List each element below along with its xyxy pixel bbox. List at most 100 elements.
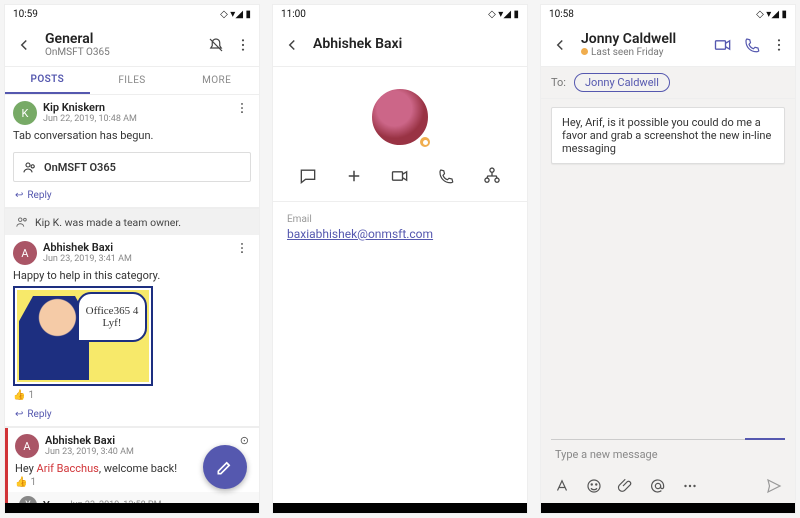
- notifications-toggle-button[interactable]: [207, 36, 225, 54]
- mention[interactable]: Arif Bacchus: [37, 462, 99, 475]
- status-time: 10:59: [13, 9, 38, 20]
- tab-files[interactable]: FILES: [90, 67, 175, 94]
- post-author: Kip Kniskern: [43, 102, 137, 115]
- phone-icon: [743, 36, 761, 54]
- chat-button[interactable]: [297, 165, 319, 187]
- mention-button[interactable]: [649, 477, 667, 495]
- paperclip-icon: [617, 477, 635, 495]
- post[interactable]: K Kip Kniskern Jun 22, 2019, 10:48 AM Ta…: [5, 95, 259, 148]
- thumbs-up-icon: 👍: [15, 477, 27, 488]
- profile-actions: [273, 157, 527, 201]
- channel-title-block[interactable]: General OnMSFT O365: [45, 31, 197, 59]
- more-vertical-icon: [235, 101, 249, 115]
- posts-feed[interactable]: K Kip Kniskern Jun 22, 2019, 10:48 AM Ta…: [5, 95, 259, 503]
- reply-icon: ↩: [15, 409, 23, 420]
- post-more-button[interactable]: ⊙: [240, 434, 249, 447]
- avatar[interactable]: Y: [19, 496, 37, 503]
- avatar[interactable]: A: [15, 434, 39, 458]
- post-more-button[interactable]: [235, 241, 249, 255]
- compose-more-button[interactable]: [681, 477, 699, 495]
- recipients-row: To: Jonny Caldwell: [541, 67, 795, 99]
- reply-row[interactable]: Y You Jun 23, 2019, 12:58 PM Thanks Abhi…: [5, 492, 259, 503]
- more-options-button[interactable]: [771, 37, 787, 53]
- phone-chat-compose: 10:58 ◇ ▾◢ ▮ Jonny Caldwell Last seen Fr…: [540, 4, 796, 514]
- audio-call-button[interactable]: [743, 36, 761, 54]
- add-contact-button[interactable]: [343, 165, 365, 187]
- attach-button[interactable]: [617, 477, 635, 495]
- back-button[interactable]: [549, 34, 571, 56]
- org-icon: [482, 166, 502, 186]
- reply-button[interactable]: ↩ Reply: [5, 405, 259, 426]
- video-call-button[interactable]: [389, 165, 411, 187]
- tab-posts[interactable]: POSTS: [5, 67, 90, 94]
- post-body: Happy to help in this category.: [13, 269, 251, 282]
- team-name: OnMSFT O365: [45, 47, 197, 59]
- react-count: 1: [28, 390, 34, 401]
- tab-more[interactable]: MORE: [174, 67, 259, 94]
- plus-icon: [345, 167, 363, 185]
- audio-call-button[interactable]: [435, 165, 457, 187]
- tab-conversation-card[interactable]: OnMSFT O365: [13, 152, 251, 182]
- avatar[interactable]: K: [13, 101, 37, 125]
- android-nav-bar: [5, 503, 259, 513]
- team-icon: [22, 159, 38, 175]
- thumbs-up-icon: 👍: [13, 390, 25, 401]
- sticker-image[interactable]: Office365 4 Lyf!: [13, 286, 153, 386]
- more-vertical-icon: [771, 37, 787, 53]
- reply-button[interactable]: ↩ Reply: [5, 186, 259, 207]
- send-button[interactable]: [765, 477, 783, 495]
- format-icon: [553, 477, 571, 495]
- profile-title: Abhishek Baxi: [313, 36, 519, 52]
- recipient-chip[interactable]: Jonny Caldwell: [574, 73, 670, 92]
- video-call-button[interactable]: [713, 35, 733, 55]
- profile-avatar[interactable]: [370, 87, 430, 147]
- back-button[interactable]: [13, 34, 35, 56]
- post[interactable]: A Abhishek Baxi Jun 23, 2019, 3:41 AM Ha…: [5, 235, 259, 405]
- reply-author: You: [43, 499, 62, 504]
- status-time: 11:00: [281, 9, 306, 20]
- status-icons: ◇ ▾◢ ▮: [220, 9, 251, 20]
- more-horizontal-icon: [681, 477, 699, 495]
- post-timestamp: Jun 23, 2019, 3:41 AM: [43, 254, 132, 264]
- card-label: OnMSFT O365: [44, 161, 116, 174]
- post-timestamp: Jun 23, 2019, 3:40 AM: [45, 447, 134, 457]
- org-chart-button[interactable]: [481, 165, 503, 187]
- reactions[interactable]: 👍 1: [13, 390, 251, 401]
- status-time: 10:58: [549, 9, 574, 20]
- quoted-message[interactable]: Hey, Arif, is it possible you could do m…: [551, 107, 785, 164]
- compose-input[interactable]: Type a new message: [555, 448, 658, 461]
- back-button[interactable]: [281, 34, 303, 56]
- email-link[interactable]: baxiabhishek@onmsft.com: [273, 227, 527, 241]
- video-icon: [390, 166, 410, 186]
- sticker-text: Office365 4 Lyf!: [77, 292, 147, 342]
- avatar[interactable]: A: [13, 241, 37, 265]
- post-author: Abhishek Baxi: [45, 435, 134, 448]
- channel-tabs: POSTS FILES MORE: [5, 67, 259, 95]
- status-bar: 11:00 ◇ ▾◢ ▮: [273, 5, 527, 23]
- chat-title-block[interactable]: Jonny Caldwell Last seen Friday: [581, 31, 703, 59]
- system-message: Kip K. was made a team owner.: [5, 209, 259, 235]
- owner-icon: [15, 215, 29, 229]
- post-body: Tab conversation has begun.: [13, 129, 251, 142]
- reply-label: Reply: [27, 190, 51, 201]
- post-more-button[interactable]: [235, 101, 249, 115]
- reply-timestamp: Jun 23, 2019, 12:58 PM: [68, 500, 162, 503]
- more-options-button[interactable]: [235, 37, 251, 53]
- chat-header: Jonny Caldwell Last seen Friday: [541, 23, 795, 67]
- reply-label: Reply: [27, 409, 51, 420]
- profile-header: Abhishek Baxi: [273, 23, 527, 67]
- presence-away-icon: [581, 48, 588, 55]
- quoted-message-text: Hey, Arif, is it possible you could do m…: [562, 116, 771, 155]
- new-post-fab[interactable]: [203, 445, 247, 489]
- status-bar: 10:58 ◇ ▾◢ ▮: [541, 5, 795, 23]
- more-vertical-icon: [235, 37, 251, 53]
- emoji-button[interactable]: [585, 477, 603, 495]
- to-label: To:: [551, 76, 566, 89]
- android-nav-bar: [273, 503, 527, 513]
- unread-marker: [5, 492, 8, 503]
- reply-icon: ↩: [15, 190, 23, 201]
- react-count: 1: [30, 477, 36, 488]
- status-bar: 10:59 ◇ ▾◢ ▮: [5, 5, 259, 23]
- more-vertical-icon: [235, 241, 249, 255]
- format-button[interactable]: [553, 477, 571, 495]
